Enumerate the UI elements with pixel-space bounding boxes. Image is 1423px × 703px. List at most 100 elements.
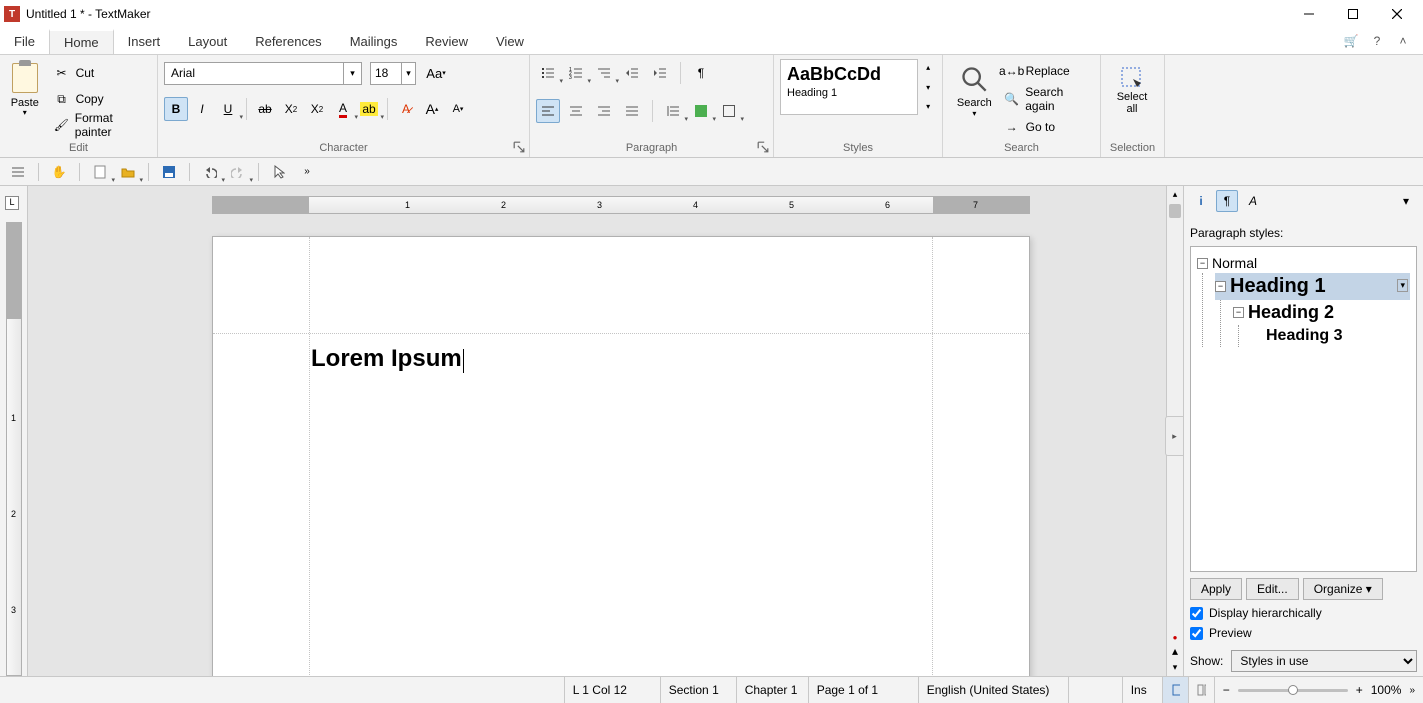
display-hierarchically-checkbox[interactable]: Display hierarchically xyxy=(1190,606,1417,620)
char-styles-icon[interactable]: A xyxy=(1242,190,1264,212)
font-name-combo[interactable]: ▾ xyxy=(164,62,362,85)
align-center-button[interactable] xyxy=(564,99,588,123)
hand-tool-icon[interactable]: ✋ xyxy=(47,160,71,184)
zoom-out-icon[interactable]: − xyxy=(1223,683,1230,697)
view-master-icon[interactable] xyxy=(1189,677,1215,703)
borders-button[interactable] xyxy=(717,99,741,123)
status-page[interactable]: Page 1 of 1 xyxy=(809,677,919,703)
subscript-button[interactable]: X2 xyxy=(279,97,303,121)
bold-button[interactable]: B xyxy=(164,97,188,121)
style-normal[interactable]: −Normal xyxy=(1197,253,1410,273)
save-icon[interactable] xyxy=(157,160,181,184)
document-area[interactable]: 1 2 3 4 5 6 7 Lorem Ipsum xyxy=(28,186,1166,676)
search-again-button[interactable]: 🔍Search again xyxy=(1004,87,1094,111)
font-size-combo[interactable]: ▾ xyxy=(370,62,416,85)
italic-button[interactable]: I xyxy=(190,97,214,121)
multilevel-list-button[interactable] xyxy=(592,61,616,85)
horizontal-ruler[interactable]: 1 2 3 4 5 6 7 xyxy=(212,196,1030,214)
style-tree[interactable]: −Normal −Heading 1▾ −Heading 2 Heading 3 xyxy=(1190,246,1417,572)
info-icon[interactable]: i xyxy=(1190,190,1212,212)
organize-button[interactable]: Organize ▾ xyxy=(1303,578,1383,600)
collapse-icon[interactable]: − xyxy=(1215,281,1226,292)
close-button[interactable] xyxy=(1375,0,1419,28)
dialog-launcher-icon[interactable] xyxy=(513,141,525,153)
apply-button[interactable]: Apply xyxy=(1190,578,1242,600)
tab-file[interactable]: File xyxy=(0,28,49,54)
undo-icon[interactable] xyxy=(198,160,222,184)
collapse-ribbon-icon[interactable]: ˄ xyxy=(1395,33,1411,49)
tab-home[interactable]: Home xyxy=(49,29,114,54)
panel-menu-icon[interactable]: ▾ xyxy=(1395,190,1417,212)
status-section[interactable]: Section 1 xyxy=(661,677,737,703)
open-folder-icon[interactable] xyxy=(116,160,140,184)
view-normal-icon[interactable] xyxy=(1163,677,1189,703)
line-spacing-button[interactable] xyxy=(661,99,685,123)
tab-type-icon[interactable]: L xyxy=(5,196,19,210)
select-all-button[interactable]: Select all xyxy=(1107,59,1157,115)
cut-button[interactable]: ✂Cut xyxy=(50,61,151,85)
new-document-icon[interactable] xyxy=(88,160,112,184)
copy-button[interactable]: ⧉Copy xyxy=(50,87,151,111)
zoom-more-icon[interactable]: » xyxy=(1409,685,1415,696)
font-color-button[interactable]: A xyxy=(331,97,355,121)
decrease-indent-button[interactable] xyxy=(620,61,644,85)
strikethrough-button[interactable]: ab xyxy=(253,97,277,121)
tab-mailings[interactable]: Mailings xyxy=(336,28,412,54)
goto-button[interactable]: →Go to xyxy=(1004,115,1094,139)
redo-icon[interactable] xyxy=(226,160,250,184)
scroll-up-icon[interactable]: ▴ xyxy=(1167,186,1183,203)
status-position[interactable]: L 1 Col 12 xyxy=(565,677,661,703)
collapse-icon[interactable]: − xyxy=(1197,258,1208,269)
preview-checkbox[interactable]: Preview xyxy=(1190,626,1417,640)
grow-font-button[interactable]: A▴ xyxy=(420,97,444,121)
vertical-scrollbar[interactable]: ▴ ▸ ▴ ● ▾ xyxy=(1166,186,1183,676)
nav-marker-icon[interactable]: ● xyxy=(1167,633,1183,642)
outline-icon[interactable] xyxy=(6,160,30,184)
scroll-thumb[interactable] xyxy=(1169,204,1181,218)
chevron-up-icon[interactable]: ▴ xyxy=(926,63,930,72)
vertical-ruler[interactable]: 1 2 3 xyxy=(6,222,22,676)
zoom-value[interactable]: 100% xyxy=(1371,683,1402,697)
chevron-down-icon[interactable]: ▾ xyxy=(343,63,361,84)
panel-collapse-icon[interactable]: ▸ xyxy=(1165,416,1184,456)
chevron-down-icon[interactable]: ▾ xyxy=(926,83,930,92)
clear-formatting-button[interactable]: A̷ xyxy=(394,97,418,121)
style-preview[interactable]: AaBbCcDd Heading 1 xyxy=(780,59,918,115)
tab-references[interactable]: References xyxy=(241,28,335,54)
shading-button[interactable] xyxy=(689,99,713,123)
tab-view[interactable]: View xyxy=(482,28,538,54)
font-name-input[interactable] xyxy=(165,66,343,80)
font-size-input[interactable] xyxy=(371,66,401,80)
minimize-button[interactable] xyxy=(1287,0,1331,28)
scroll-down-icon[interactable]: ▾ xyxy=(1167,659,1183,676)
tab-layout[interactable]: Layout xyxy=(174,28,241,54)
replace-button[interactable]: a↔bReplace xyxy=(1004,59,1094,83)
zoom-in-icon[interactable]: + xyxy=(1356,683,1363,697)
status-chapter[interactable]: Chapter 1 xyxy=(737,677,809,703)
nav-up-icon[interactable]: ▴ xyxy=(1167,644,1183,658)
style-gallery-scroll[interactable]: ▴ ▾ ▾ xyxy=(920,59,936,115)
chevron-down-icon[interactable]: ▾ xyxy=(401,63,415,84)
show-marks-button[interactable]: ¶ xyxy=(689,61,713,85)
change-case-button[interactable]: Aa▾ xyxy=(424,61,448,85)
more-qat-icon[interactable]: » xyxy=(295,160,319,184)
page[interactable]: Lorem Ipsum xyxy=(212,236,1030,676)
align-left-button[interactable] xyxy=(536,99,560,123)
style-heading-1[interactable]: −Heading 1▾ xyxy=(1215,273,1410,300)
tab-review[interactable]: Review xyxy=(411,28,482,54)
align-right-button[interactable] xyxy=(592,99,616,123)
increase-indent-button[interactable] xyxy=(648,61,672,85)
status-language[interactable]: English (United States) xyxy=(919,677,1069,703)
tab-insert[interactable]: Insert xyxy=(114,28,175,54)
paragraph-styles-icon[interactable]: ¶ xyxy=(1216,190,1238,212)
show-filter-select[interactable]: Styles in use xyxy=(1231,650,1417,672)
numbering-button[interactable]: 123 xyxy=(564,61,588,85)
bullets-button[interactable] xyxy=(536,61,560,85)
collapse-icon[interactable]: − xyxy=(1233,307,1244,318)
superscript-button[interactable]: X2 xyxy=(305,97,329,121)
cursor-icon[interactable] xyxy=(267,160,291,184)
cart-icon[interactable]: 🛒 xyxy=(1343,33,1359,49)
chevron-down-icon[interactable]: ▾ xyxy=(926,102,930,111)
status-insert-mode[interactable]: Ins xyxy=(1123,677,1163,703)
edit-button[interactable]: Edit... xyxy=(1246,578,1299,600)
